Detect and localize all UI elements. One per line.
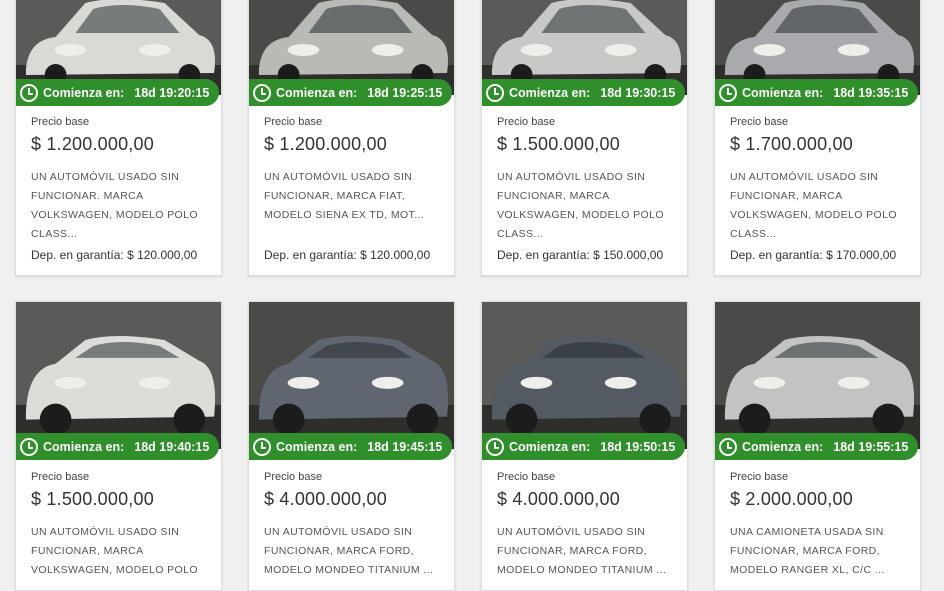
base-price: $ 2.000.000,00	[730, 489, 853, 509]
lot-description: UN AUTOMÓVIL USADO SIN FUNCIONAR. MARCA …	[31, 171, 198, 240]
countdown-label: Comienza en:	[276, 85, 358, 100]
deposit-label: Dep. en garantía:	[730, 248, 823, 262]
car-image	[249, 302, 454, 449]
auction-card[interactable]: Comienza en: 18d 19:40:15 Precio base $ …	[15, 301, 222, 591]
lot-description: UN AUTOMÓVIL USADO SIN FUNCIONAR, MARCA …	[31, 526, 198, 576]
auction-card[interactable]: Comienza en: 18d 19:50:15 Precio base $ …	[481, 301, 688, 591]
deposit-label: Dep. en garantía:	[497, 248, 590, 262]
countdown-badge: Comienza en: 18d 19:25:15	[249, 79, 453, 106]
base-price: $ 1.200.000,00	[264, 134, 387, 154]
lot-description: UN AUTOMÓVIL USADO SIN FUNCIONAR, MARCA …	[497, 171, 664, 240]
base-price: $ 4.000.000,00	[264, 489, 387, 509]
base-price: $ 1.200.000,00	[31, 134, 154, 154]
countdown-badge: Comienza en: 18d 19:20:15	[16, 79, 220, 106]
countdown-label: Comienza en:	[509, 85, 591, 100]
countdown-badge: Comienza en: 18d 19:40:15	[16, 433, 220, 460]
base-price-label: Precio base	[730, 116, 789, 128]
countdown-badge: Comienza en: 18d 19:30:15	[482, 79, 686, 106]
vehicle-photo[interactable]	[715, 302, 920, 449]
base-price: $ 1.700.000,00	[730, 134, 853, 154]
base-price: $ 1.500.000,00	[31, 489, 154, 509]
countdown-value: 18d 19:20:15	[134, 85, 210, 100]
countdown-value: 18d 19:40:15	[134, 439, 210, 454]
base-price-label: Precio base	[497, 116, 556, 128]
vehicle-photo[interactable]	[482, 302, 687, 449]
base-price-label: Precio base	[31, 116, 90, 128]
auction-card[interactable]: Comienza en: 18d 19:25:15 Precio base $ …	[248, 0, 455, 276]
countdown-label: Comienza en:	[742, 85, 824, 100]
lot-description: UNA CAMIONETA USADA SIN FUNCIONAR, MARCA…	[730, 526, 885, 576]
lot-description: UN AUTOMÓVIL USADO SIN FUNCIONAR, MARCA …	[264, 171, 425, 221]
clock-icon	[20, 83, 38, 102]
countdown-label: Comienza en:	[276, 439, 358, 454]
clock-icon	[20, 437, 38, 456]
countdown-label: Comienza en:	[509, 439, 591, 454]
countdown-badge: Comienza en: 18d 19:55:15	[715, 433, 919, 460]
lot-description: UN AUTOMÓVIL USADO SIN FUNCIONAR, MARCA …	[264, 526, 434, 576]
auction-card[interactable]: Comienza en: 18d 19:30:15 Precio base $ …	[481, 0, 688, 276]
deposit-line: Dep. en garantía: $ 150.000,00	[497, 247, 672, 263]
vehicle-photo[interactable]	[249, 302, 454, 449]
countdown-label: Comienza en:	[742, 439, 824, 454]
deposit-label: Dep. en garantía:	[31, 248, 124, 262]
base-price-label: Precio base	[730, 471, 789, 483]
car-image	[715, 302, 920, 449]
countdown-badge: Comienza en: 18d 19:45:15	[249, 433, 453, 460]
base-price-label: Precio base	[264, 116, 323, 128]
deposit-line: Dep. en garantía: $ 120.000,00	[264, 247, 439, 263]
countdown-badge: Comienza en: 18d 19:35:15	[715, 79, 919, 106]
vehicle-photo[interactable]	[16, 302, 221, 449]
countdown-label: Comienza en:	[43, 85, 125, 100]
lot-description: UN AUTOMÓVIL USADO SIN FUNCIONAR, MARCA …	[730, 171, 897, 240]
countdown-label: Comienza en:	[43, 439, 125, 454]
countdown-value: 18d 19:50:15	[600, 439, 676, 454]
countdown-value: 18d 19:45:15	[367, 439, 443, 454]
deposit-amount: $ 120.000,00	[360, 248, 431, 262]
deposit-amount: $ 120.000,00	[127, 248, 198, 262]
base-price-label: Precio base	[264, 471, 323, 483]
countdown-value: 18d 19:35:15	[833, 85, 909, 100]
countdown-value: 18d 19:55:15	[833, 439, 909, 454]
auction-card[interactable]: Comienza en: 18d 19:45:15 Precio base $ …	[248, 301, 455, 591]
auction-card[interactable]: Comienza en: 18d 19:20:15 Precio base $ …	[15, 0, 222, 276]
car-image	[16, 302, 221, 449]
countdown-badge: Comienza en: 18d 19:50:15	[482, 433, 686, 460]
base-price-label: Precio base	[31, 471, 90, 483]
auction-grid: Comienza en: 18d 19:20:15 Precio base $ …	[0, 0, 944, 591]
auction-card[interactable]: Comienza en: 18d 19:35:15 Precio base $ …	[714, 0, 921, 276]
base-price: $ 1.500.000,00	[497, 134, 620, 154]
clock-icon	[719, 437, 737, 456]
base-price: $ 4.000.000,00	[497, 489, 620, 509]
clock-icon	[486, 83, 504, 102]
countdown-value: 18d 19:25:15	[367, 85, 443, 100]
lot-description: UN AUTOMÓVIL USADO SIN FUNCIONAR, MARCA …	[497, 526, 667, 576]
clock-icon	[719, 83, 737, 102]
deposit-line: Dep. en garantía: $ 170.000,00	[730, 247, 905, 263]
clock-icon	[253, 83, 271, 102]
deposit-amount: $ 150.000,00	[593, 248, 664, 262]
auction-card[interactable]: Comienza en: 18d 19:55:15 Precio base $ …	[714, 301, 921, 591]
base-price-label: Precio base	[497, 471, 556, 483]
car-image	[482, 302, 687, 449]
deposit-label: Dep. en garantía:	[264, 248, 357, 262]
clock-icon	[486, 437, 504, 456]
deposit-line: Dep. en garantía: $ 120.000,00	[31, 247, 206, 263]
countdown-value: 18d 19:30:15	[600, 85, 676, 100]
deposit-amount: $ 170.000,00	[826, 248, 897, 262]
clock-icon	[253, 437, 271, 456]
